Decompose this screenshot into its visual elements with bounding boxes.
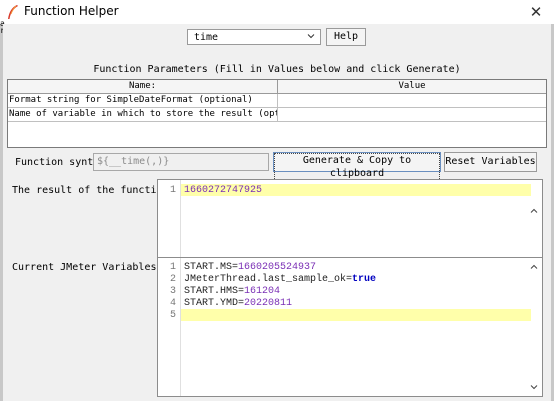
scroll-up-icon[interactable] [529, 206, 539, 216]
variable-key: START.YMD= [184, 298, 245, 309]
close-icon: ✕ [529, 3, 543, 21]
result-value: 1660272747925 [184, 185, 263, 196]
params-header-value: Value [278, 80, 546, 94]
param-name-cell: Name of variable in which to store the r… [8, 108, 278, 122]
function-select-value: time [194, 32, 219, 43]
title-bar: Function Helper ✕ [0, 0, 554, 24]
variable-key: START.MS= [184, 262, 239, 273]
param-value-cell[interactable] [278, 94, 546, 108]
variable-line: START.YMD=20220811 [184, 298, 292, 309]
generate-copy-label: Generate & Copy to clipboard [274, 153, 440, 181]
line-number: 3 [169, 286, 176, 297]
syntax-field[interactable]: ${__time(,)} [93, 153, 269, 171]
scroll-down-icon[interactable] [529, 382, 539, 392]
variable-value: 161204 [244, 286, 281, 297]
window-title: Function Helper [24, 4, 119, 18]
variable-value: true [352, 274, 377, 285]
variable-value: 20220811 [244, 298, 293, 309]
variable-line: START.HMS=161204 [184, 286, 280, 297]
variables-editor[interactable]: 1 START.MS=1660205524937 2 JMeterThread.… [157, 257, 543, 397]
line-number: 1 [169, 262, 176, 273]
variable-line: START.MS=1660205524937 [184, 262, 316, 273]
help-button[interactable]: Help [326, 28, 366, 46]
close-button[interactable]: ✕ [526, 2, 546, 22]
function-helper-panel: time Help Function Parameters (Fill in V… [3, 24, 551, 401]
line-number: 5 [169, 310, 176, 321]
params-title: Function Parameters (Fill in Values belo… [93, 64, 461, 75]
reset-variables-button[interactable]: Reset Variables [444, 152, 537, 172]
variable-line: JMeterThread.last_sample_ok=true [184, 274, 376, 285]
param-value-cell[interactable] [278, 108, 546, 122]
current-line-highlight [181, 309, 531, 321]
variable-value: 1660205524937 [238, 262, 317, 273]
line-number: 1 [169, 185, 176, 196]
param-name-cell: Format string for SimpleDateFormat (opti… [8, 94, 278, 108]
generate-copy-button[interactable]: Generate & Copy to clipboard [273, 152, 441, 181]
scroll-up-icon[interactable] [529, 262, 539, 272]
line-number: 4 [169, 298, 176, 309]
function-select[interactable]: time [187, 29, 321, 45]
line-number: 2 [169, 274, 176, 285]
feather-icon [8, 5, 18, 19]
variables-label: Current JMeter Variables [12, 262, 157, 273]
params-header-name: Name: [8, 80, 278, 94]
variable-key: START.HMS= [184, 286, 245, 297]
params-table: Name: Value Format string for SimpleDate… [7, 79, 547, 148]
chevron-down-icon [307, 34, 315, 39]
variable-key: JMeterThread.last_sample_ok= [184, 274, 353, 285]
